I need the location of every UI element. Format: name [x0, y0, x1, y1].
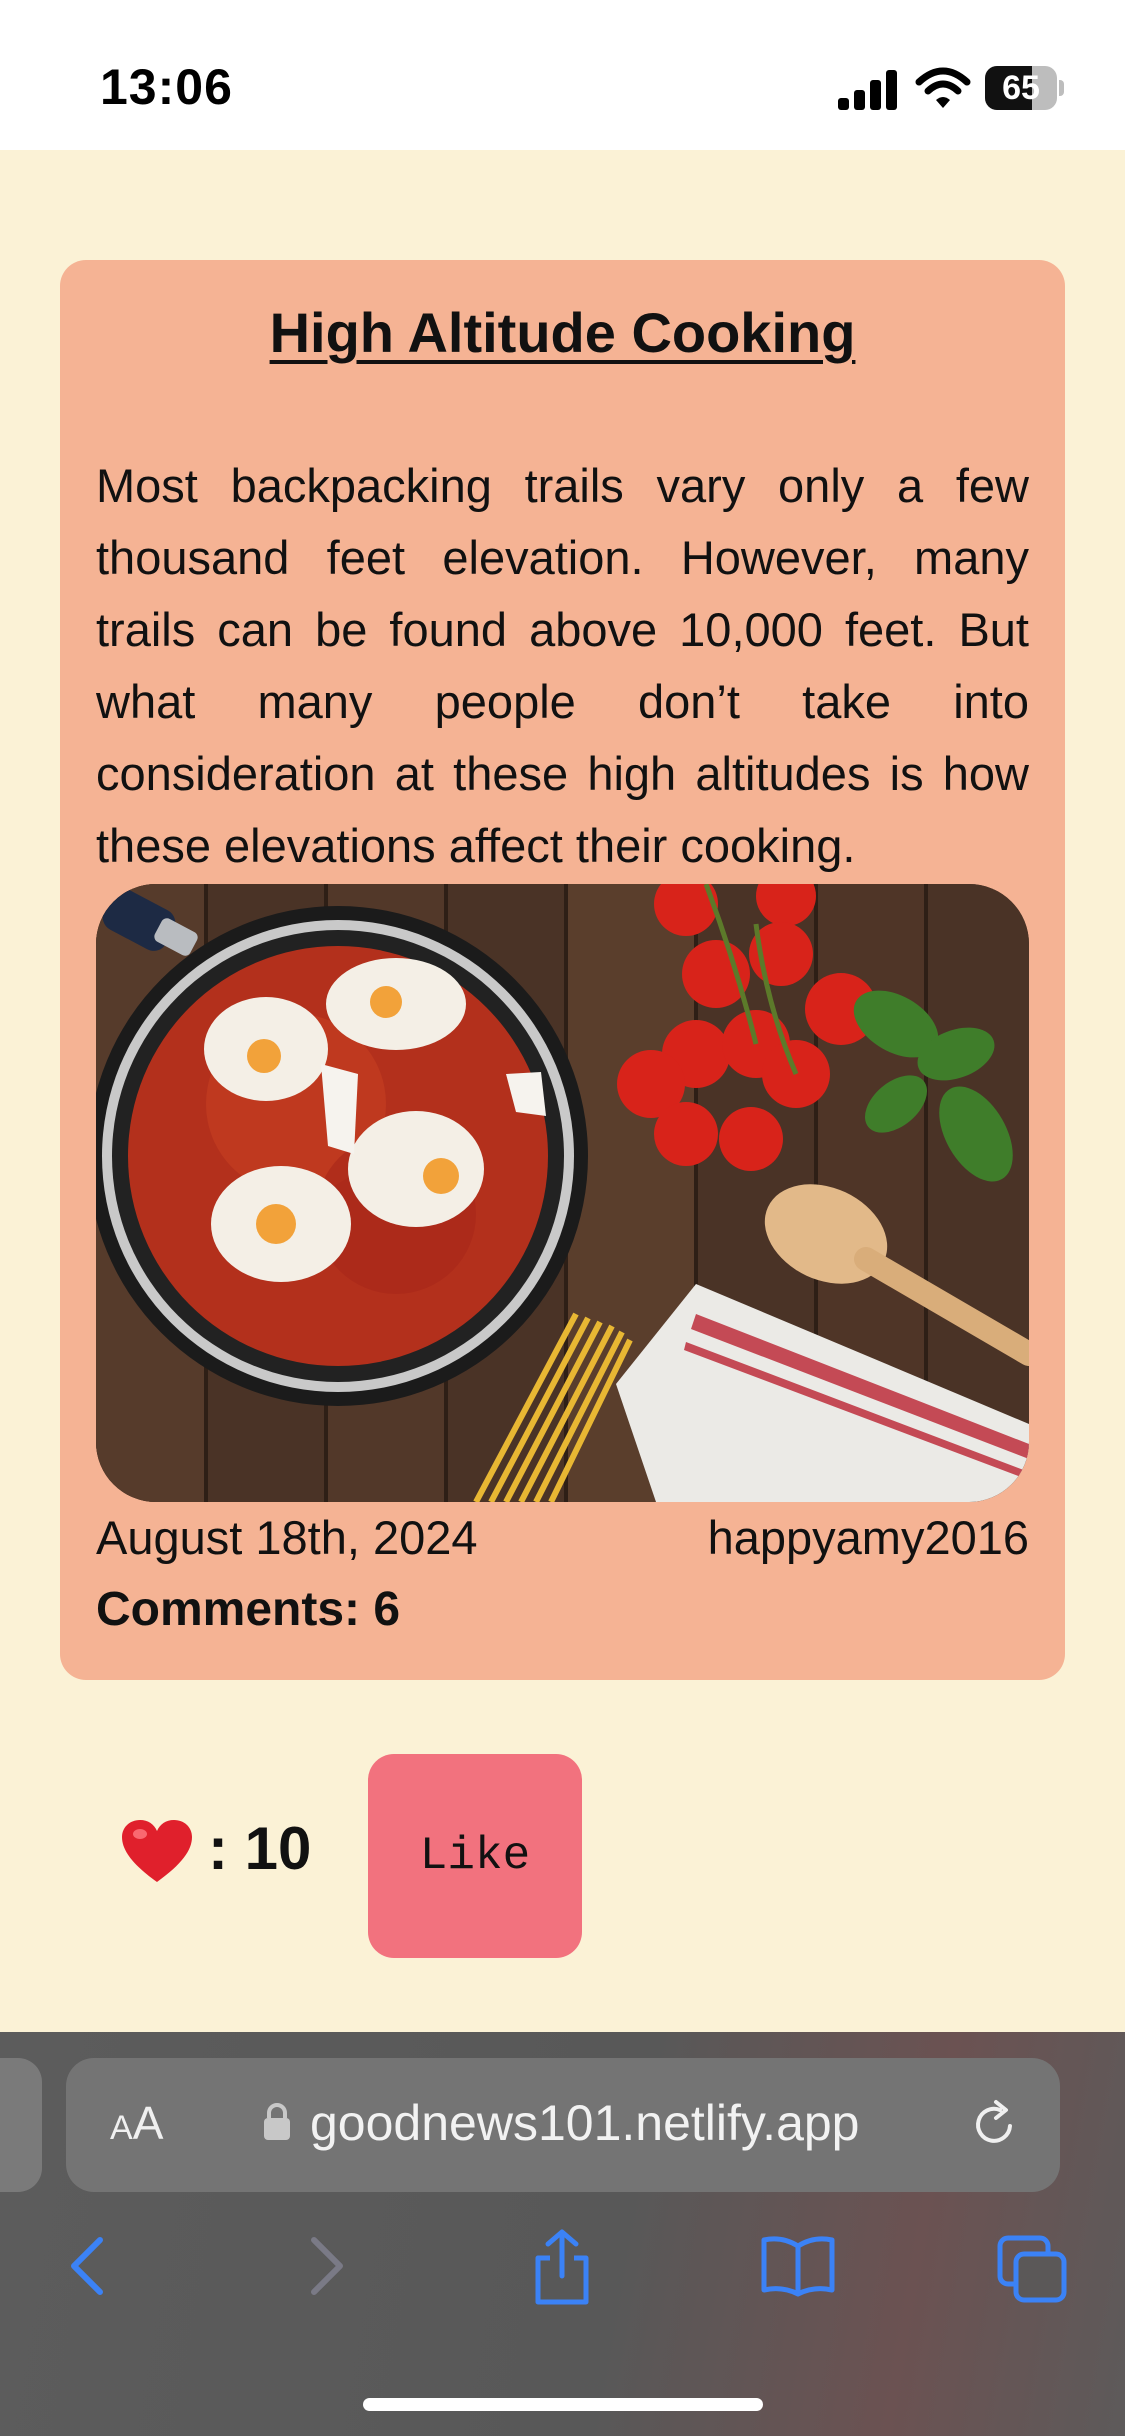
- status-bar: 13:06 65: [0, 0, 1125, 150]
- home-indicator[interactable]: [363, 2398, 763, 2411]
- post-card: High Altitude Cooking Most backpacking t…: [60, 260, 1065, 1680]
- share-icon[interactable]: [530, 2228, 594, 2306]
- heart-icon: [122, 1820, 192, 1882]
- like-button[interactable]: Like: [368, 1754, 582, 1958]
- post-image: [96, 884, 1029, 1502]
- post-comments-count[interactable]: Comments: 6: [96, 1582, 400, 1637]
- browser-toolbar: AA goodnews101.netlify.app: [0, 2032, 1125, 2436]
- aa-small-letter: A: [110, 2109, 133, 2147]
- address-bar[interactable]: AA goodnews101.netlify.app: [66, 2058, 1060, 2192]
- wifi-icon: [915, 67, 971, 108]
- forward-icon[interactable]: [302, 2234, 352, 2298]
- reload-icon[interactable]: [966, 2096, 1022, 2152]
- aa-big-letter: A: [132, 2097, 164, 2149]
- battery-icon: 65: [985, 66, 1064, 110]
- status-time: 13:06: [100, 59, 233, 115]
- url-text[interactable]: goodnews101.netlify.app: [310, 2094, 860, 2152]
- lock-icon: [264, 2103, 290, 2140]
- battery-percentage: 65: [1002, 69, 1040, 107]
- like-count: : 10: [208, 1815, 312, 1882]
- post-date: August 18th, 2024: [96, 1511, 478, 1564]
- food-photo: [96, 884, 1029, 1502]
- like-row: : 10 Like: [0, 1750, 1125, 1960]
- signal-icon: [838, 70, 897, 110]
- reader-options-button[interactable]: AA: [110, 2096, 163, 2150]
- bookmarks-icon[interactable]: [760, 2234, 836, 2298]
- post-title[interactable]: High Altitude Cooking: [60, 300, 1065, 365]
- post-author[interactable]: happyamy2016: [708, 1510, 1029, 1565]
- post-body: Most backpacking trails vary only a few …: [96, 459, 1029, 872]
- tabs-icon[interactable]: [996, 2234, 1068, 2304]
- previous-tab-preview[interactable]: [0, 2058, 42, 2192]
- back-icon[interactable]: [62, 2234, 112, 2298]
